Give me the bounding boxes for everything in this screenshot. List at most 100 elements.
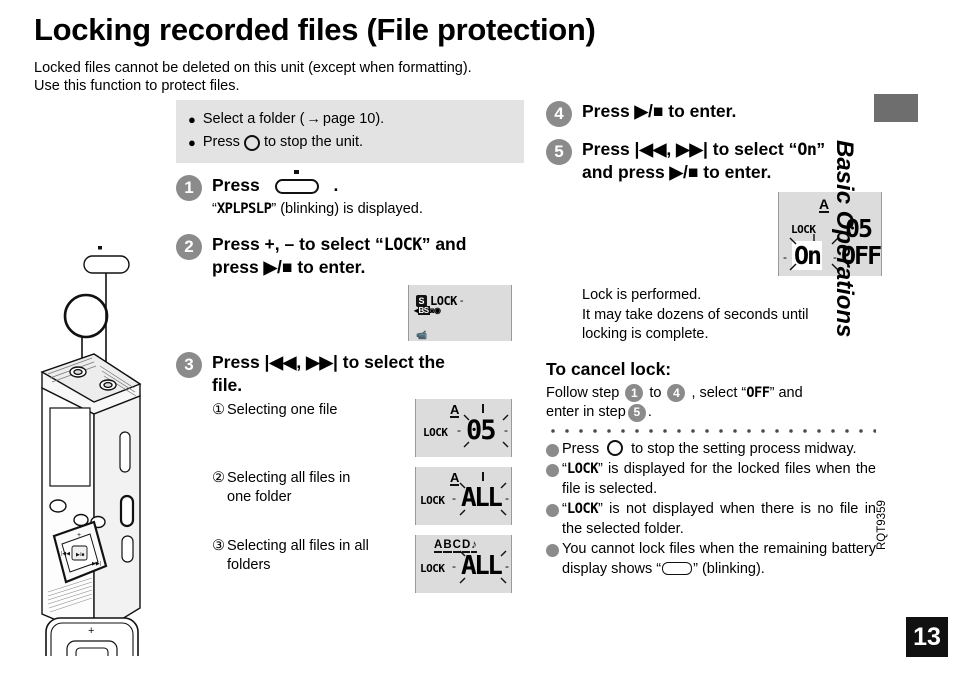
note-4-after: ” (blinking). (693, 560, 765, 577)
sidebar-tab-block (874, 94, 918, 122)
substep-2-marker: ② (212, 470, 225, 486)
lcd-lock-label: LOCK (423, 426, 448, 439)
svg-text:▶▶|: ▶▶| (92, 561, 101, 567)
note-1-text: Press to stop the setting process midway… (562, 439, 876, 460)
play-stop-button-icon: ▶/■ (263, 257, 293, 277)
intro-line-2: Use this function to protect files. (34, 78, 240, 94)
note-2-lcd: LOCK (566, 461, 599, 477)
svg-text:▶/■: ▶/■ (76, 552, 84, 558)
cancel-lcd-off: OFF (746, 384, 770, 401)
step-4-text-before: Press (582, 101, 635, 121)
select-one-file-display: A LOCK - 05 - (415, 399, 512, 457)
cancel-text-d: ” and (769, 384, 803, 401)
step-2-line1-lcd: LOCK (383, 235, 423, 254)
step-2-heading-line2: press ▶/■ to enter. (212, 256, 524, 279)
prereq-1-text-before: Select a folder ( (202, 111, 305, 127)
dotted-divider (546, 427, 876, 434)
stop-button-callout (63, 293, 109, 339)
menu-cam-icon: 📹 (416, 330, 428, 340)
note-3-text: “LOCK” is not displayed when there is no… (562, 500, 876, 539)
step-3: 3 Press |◀◀, ▶▶| to select the file. (176, 351, 524, 397)
cancel-step-to: 4 (667, 384, 686, 403)
substep-1-label: Selecting one file (227, 402, 338, 418)
note-item-4: You cannot lock files when the remaining… (546, 540, 876, 579)
step-1-note: “XPLPSLP” (blinking) is displayed. (212, 201, 423, 217)
svg-text:+: + (88, 625, 94, 637)
side-button-lower (121, 535, 134, 563)
step-2: 2 Press +, – to select “LOCK” and press … (176, 233, 524, 279)
step-2-line1-after: ” and (421, 234, 467, 254)
folder-button-dot (98, 246, 102, 250)
svg-text:+: + (77, 532, 81, 539)
step-2-line2-before: press (212, 257, 264, 277)
step-5: 5 Press |◀◀, ▶▶| to select “On” and pres… (546, 138, 876, 184)
prereq-2-text-after: to stop the unit. (263, 134, 364, 150)
side-button-mid (119, 494, 135, 528)
cancel-lock-heading: To cancel lock: (546, 358, 672, 379)
substep-2-label: Selecting all files in one folder (227, 470, 351, 505)
step-4-number: 4 (546, 101, 572, 127)
substep-1-row: ① Selecting one file A LOCK - 05 - (176, 399, 524, 465)
step-2-number: 2 (176, 234, 202, 260)
step-1-heading: Press . (212, 170, 524, 197)
substep-3-marker: ③ (212, 538, 225, 554)
cancel-text-b: to (649, 384, 662, 401)
cancel-text-f: . (647, 404, 652, 420)
step-5-line2-after: to enter. (698, 162, 772, 182)
step-5-line1-lcd: On (797, 140, 817, 159)
cancel-text-a: Follow step (546, 384, 620, 401)
step-5-line1-after: ” (816, 139, 826, 159)
note-bullet-icon (546, 443, 559, 457)
note-3-lcd: LOCK (566, 501, 599, 517)
cancel-line-1: Follow step 1 to 4 , select “OFF” and (546, 384, 876, 404)
step-3-number: 3 (176, 352, 202, 378)
stop-circle-button-icon (607, 439, 624, 456)
step-5-number: 5 (546, 139, 572, 165)
substep-1-text: ① Selecting one file (176, 401, 412, 420)
step-1: 1 Press . “XPLPSLP” (blinking) is displa… (176, 170, 524, 219)
note-bullet-icon (546, 504, 559, 517)
note-item-1: Press to stop the setting process midway… (546, 439, 876, 460)
prerequisite-item-2: ● Press to stop the unit. (188, 131, 512, 154)
step-1-note-after: (blinking) is displayed. (276, 201, 423, 217)
step-3-heading-line2: file. (212, 375, 243, 395)
step-2-line1-before: Press +, – to select “ (212, 234, 384, 254)
step-4-heading: Press ▶/■ to enter. (582, 100, 876, 123)
manual-page: Locking recorded files (File protection)… (0, 0, 954, 677)
play-stop-button-icon: ▶/■ (634, 101, 664, 121)
empty-battery-icon (662, 561, 693, 575)
note-bullet-icon (546, 544, 559, 557)
step-1-note-lcd: XPLPSLP (216, 201, 272, 217)
menu-sub-icons: ◂BS◙◉ (414, 306, 441, 315)
step-5-line1-before: Press |◀◀, ▶▶| to select “ (582, 139, 798, 159)
note-3-body: ” is not displayed when there is no file… (562, 501, 876, 537)
step-2-heading: Press +, – to select “LOCK” and (212, 233, 524, 256)
substep-1-marker: ① (212, 402, 225, 418)
folder-rec-button-icon (274, 170, 319, 194)
substep-2-row: ② Selecting all files in one folder A LO… (176, 467, 524, 533)
step-4-text-after: to enter. (663, 101, 737, 121)
page-number: 13 (906, 617, 948, 657)
lcd-folder-letter: A (819, 196, 830, 213)
cancel-step-from: 1 (625, 384, 644, 403)
recorder-body: ▶/■ + – |◀◀ ▶▶| (40, 353, 142, 638)
note-2-text: “LOCK” is displayed for the locked files… (562, 460, 876, 499)
lcd-lock-label: LOCK (420, 494, 445, 507)
blink-rays-icon (459, 550, 507, 584)
page-intro: Locked files cannot be deleted on this u… (34, 59, 472, 95)
substep-3-text: ③ Selecting all files in all folders (176, 537, 378, 575)
right-arrow-icon: → (306, 111, 321, 127)
blink-rays-icon (459, 482, 507, 516)
menu-lock-display: S LOCK - ◂BS◙◉ 📹 (408, 285, 512, 341)
bullet-dot-icon: ● (188, 112, 196, 127)
dpad-callout: + – |◀◀ ▶▶| ▶/■ (45, 617, 139, 656)
recorder-lcd-screen (49, 407, 91, 487)
lcd-folder-letter: A (450, 402, 460, 418)
note-bullet-icon (546, 464, 559, 477)
device-illustration: ▶/■ + – |◀◀ ▶▶| + (36, 96, 186, 656)
intro-line-1: Locked files cannot be deleted on this u… (34, 60, 472, 76)
sidebar-section-label: Basic Operations (831, 140, 858, 338)
cancel-step-last: 5 (627, 403, 646, 422)
lcd-folder-b: B (443, 539, 452, 553)
side-button-upper (119, 431, 131, 473)
